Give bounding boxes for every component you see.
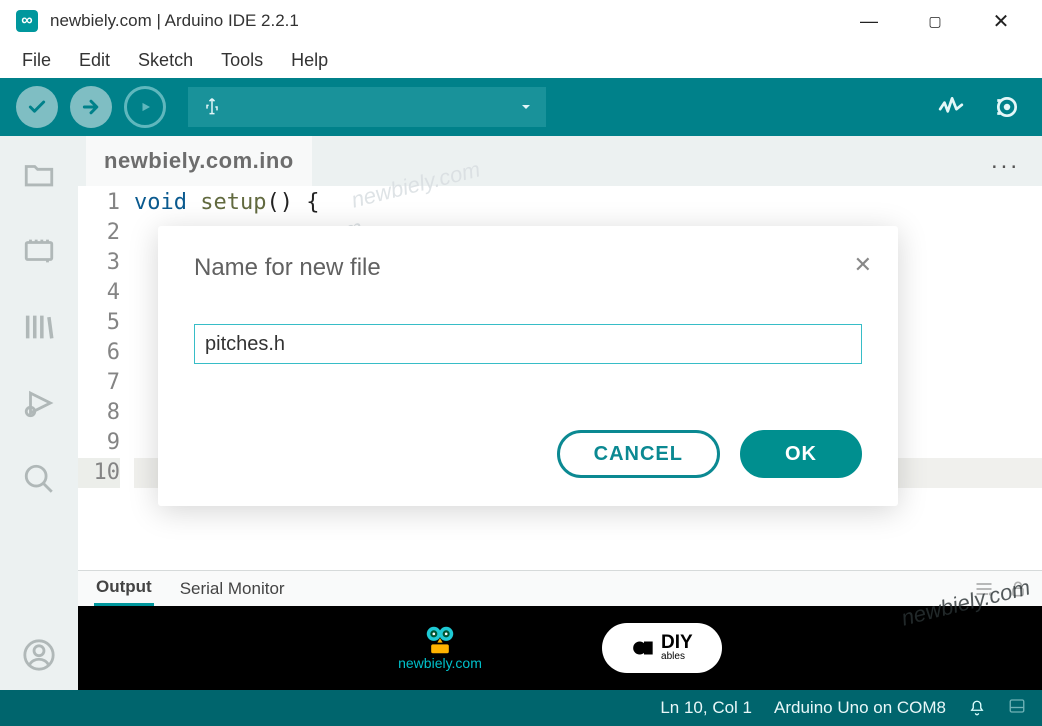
bottom-panel-actions — [974, 579, 1028, 599]
status-close-panel-icon[interactable] — [1008, 697, 1026, 720]
dialog-close-button[interactable]: ✕ — [854, 252, 872, 278]
window-title: newbiely.com | Arduino IDE 2.2.1 — [50, 11, 299, 31]
lock-icon[interactable] — [1008, 579, 1028, 599]
diy-logo-icon — [631, 635, 657, 661]
maximize-button[interactable]: ▢ — [922, 13, 948, 30]
statusbar: Ln 10, Col 1 Arduino Uno on COM8 — [0, 690, 1042, 726]
status-cursor-position: Ln 10, Col 1 — [660, 698, 752, 718]
account-icon — [22, 638, 56, 672]
menu-file[interactable]: File — [12, 46, 61, 75]
verify-button[interactable] — [16, 86, 58, 128]
ok-button[interactable]: OK — [740, 430, 862, 478]
menu-tools[interactable]: Tools — [211, 46, 273, 75]
sidebar-library[interactable] — [22, 310, 56, 344]
window-controls: — ▢ ✕ — [856, 0, 1038, 42]
books-icon — [22, 310, 56, 344]
usb-icon — [202, 97, 222, 117]
tab-overflow-button[interactable]: ... — [991, 147, 1020, 175]
upload-button[interactable] — [70, 86, 112, 128]
menu-sketch[interactable]: Sketch — [128, 46, 203, 75]
sidebar-search[interactable] — [22, 462, 56, 496]
sidebar-sketchbook[interactable] — [22, 158, 56, 192]
tab-output[interactable]: Output — [94, 571, 154, 606]
cancel-button[interactable]: CANCEL — [557, 430, 720, 478]
diy-label: DIY — [661, 634, 693, 651]
filename-input[interactable] — [194, 324, 862, 364]
sidebar-account[interactable] — [22, 638, 56, 672]
dialog-title: Name for new file — [194, 254, 862, 282]
menu-edit[interactable]: Edit — [69, 46, 120, 75]
serial-plotter-icon[interactable] — [938, 94, 964, 120]
toolbar-right — [938, 94, 1020, 120]
sidebar-debug[interactable] — [22, 386, 56, 420]
minimize-button[interactable]: — — [856, 11, 882, 32]
menu-help[interactable]: Help — [281, 46, 338, 75]
newbiely-brand: newbiely.com — [398, 625, 482, 671]
debug-play-icon — [22, 386, 56, 420]
toolbar — [0, 78, 1042, 136]
notification-bell-icon[interactable] — [968, 699, 986, 717]
menubar: File Edit Sketch Tools Help — [0, 42, 1042, 78]
sidebar-boards[interactable] — [22, 234, 56, 268]
dialog-buttons: CANCEL OK — [557, 430, 862, 478]
folder-icon — [22, 158, 56, 192]
arduino-logo-icon — [16, 10, 38, 32]
lines-icon[interactable] — [974, 579, 994, 599]
chevron-down-icon — [520, 101, 532, 113]
serial-monitor-icon[interactable] — [994, 94, 1020, 120]
diyables-brand: DIY ables — [602, 623, 722, 673]
new-file-dialog: Name for new file ✕ CANCEL OK — [158, 226, 898, 506]
sidebar — [0, 136, 78, 690]
search-icon — [22, 462, 56, 496]
bottom-panel-tabs: Output Serial Monitor — [78, 570, 1042, 606]
board-icon — [22, 234, 56, 268]
tab-serial-monitor[interactable]: Serial Monitor — [178, 573, 287, 605]
arrow-right-icon — [81, 97, 101, 117]
newbiely-label: newbiely.com — [398, 655, 482, 671]
owl-icon — [422, 625, 458, 655]
close-button[interactable]: ✕ — [988, 9, 1014, 34]
check-icon — [27, 97, 47, 117]
play-bug-icon — [135, 97, 155, 117]
debug-run-button[interactable] — [124, 86, 166, 128]
tab-sketch[interactable]: newbiely.com.ino — [86, 136, 312, 186]
status-board[interactable]: Arduino Uno on COM8 — [774, 698, 946, 718]
output-console: newbiely.com DIY ables — [78, 606, 1042, 690]
titlebar: newbiely.com | Arduino IDE 2.2.1 — ▢ ✕ — [0, 0, 1042, 42]
tabstrip: newbiely.com.ino ... — [78, 136, 1042, 186]
board-selector[interactable] — [188, 87, 546, 127]
